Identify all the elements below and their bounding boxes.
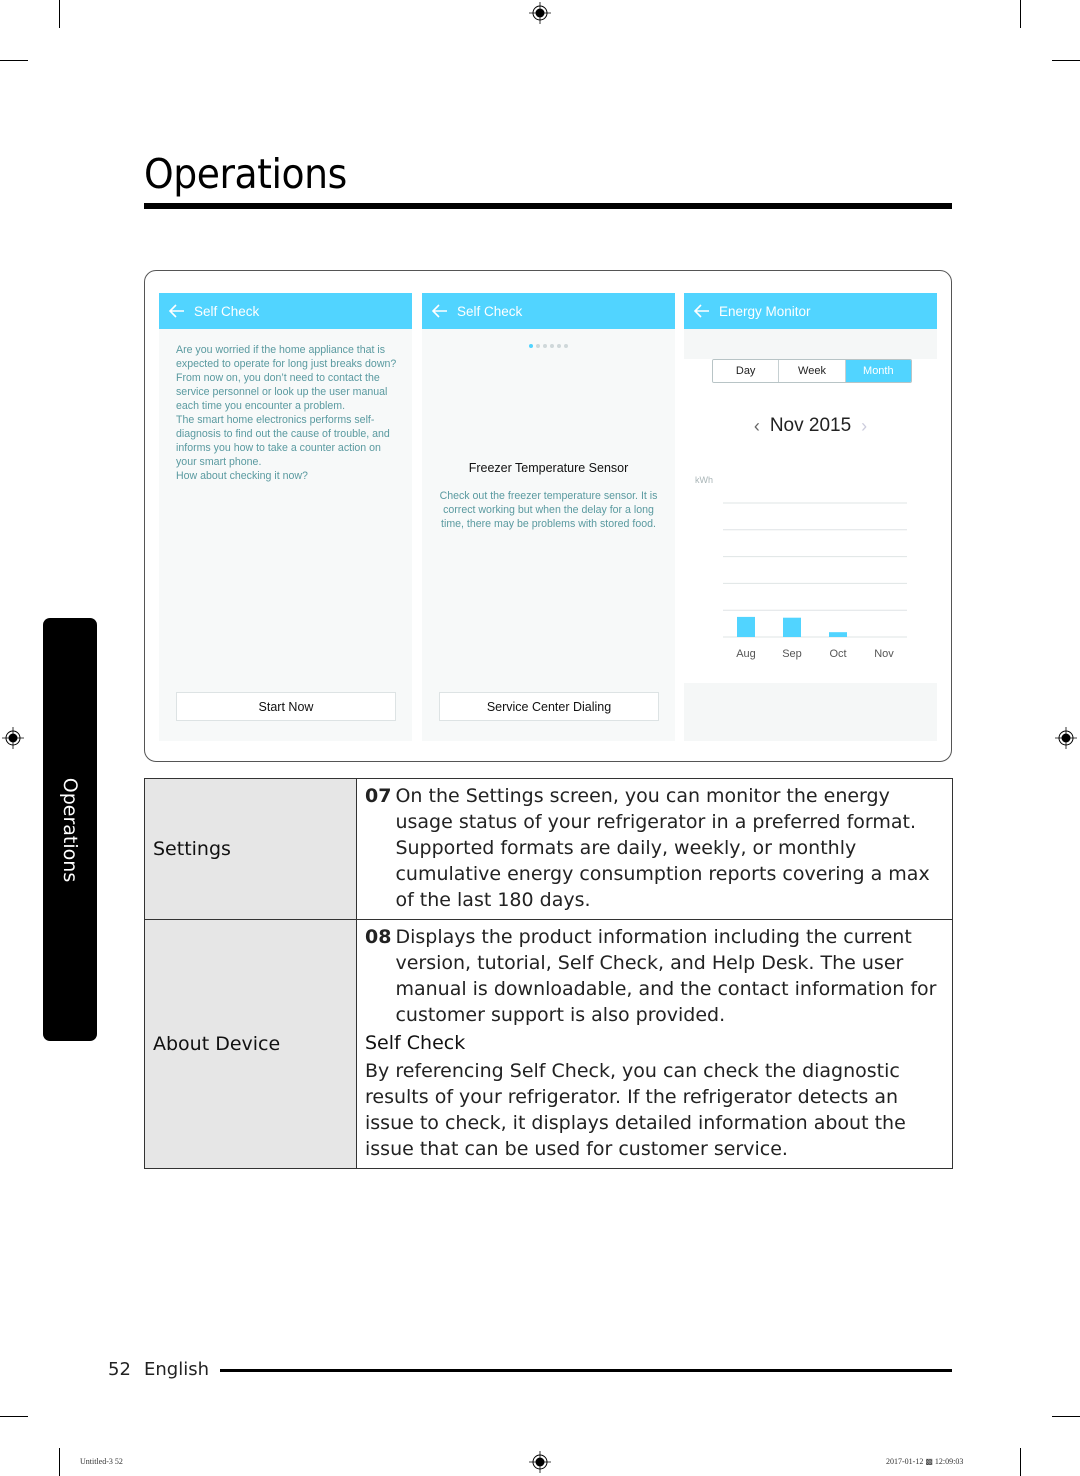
- page-dot: [564, 344, 568, 348]
- intro-paragraph: The smart home electronics performs self…: [176, 414, 390, 468]
- period-segmented-control: Day Week Month: [712, 359, 912, 383]
- crop-mark: [1052, 60, 1080, 61]
- intro-paragraph: From now on, you don’t need to contact t…: [176, 372, 388, 412]
- registration-mark-icon: [1055, 727, 1077, 749]
- app-bar: Self Check: [159, 293, 412, 329]
- row-content: 07 On the Settings screen, you can monit…: [356, 778, 953, 920]
- page-dot: [557, 344, 561, 348]
- page-title: Operations: [144, 150, 347, 198]
- row-label: Settings: [144, 778, 357, 920]
- row-content: 08 Displays the product information incl…: [356, 919, 953, 1169]
- app-bar: Self Check: [422, 293, 675, 329]
- energy-monitor-screen: Energy Monitor Day Week Month ‹ Nov 2015…: [684, 293, 937, 741]
- table-row: About Device 08 Displays the product inf…: [144, 919, 953, 1169]
- segment-day[interactable]: Day: [713, 360, 780, 382]
- self-check-intro-screen: Self Check Are you worried if the home a…: [159, 293, 412, 741]
- crop-mark: [1020, 1448, 1021, 1476]
- self-check-intro-text: Are you worried if the home appliance th…: [176, 343, 401, 483]
- item-text: On the Settings screen, you can monitor …: [395, 785, 930, 911]
- side-tab-label: Operations: [59, 777, 81, 883]
- arrow-left-icon[interactable]: [694, 304, 710, 318]
- section-side-tab: Operations: [43, 618, 97, 1041]
- arrow-left-icon[interactable]: [432, 304, 448, 318]
- row-label: About Device: [144, 919, 357, 1169]
- footer-rule: [220, 1369, 952, 1372]
- page-dot: [543, 344, 547, 348]
- period-navigator: ‹ Nov 2015 ›: [684, 415, 937, 437]
- start-now-button[interactable]: Start Now: [176, 692, 396, 721]
- page-number: 52: [108, 1359, 131, 1380]
- chevron-left-icon[interactable]: ‹: [754, 417, 760, 435]
- app-bar-title: Self Check: [457, 303, 523, 319]
- app-bar-title: Self Check: [194, 303, 260, 319]
- settings-info-table: Settings 07 On the Settings screen, you …: [144, 778, 953, 1169]
- segment-week[interactable]: Week: [779, 360, 846, 382]
- crop-mark: [59, 1448, 60, 1476]
- page-indicator: [422, 344, 675, 348]
- sensor-description: Check out the freezer temperature sensor…: [439, 490, 658, 530]
- numbered-item: 08 Displays the product information incl…: [365, 924, 944, 1028]
- y-axis-unit-label: kWh: [695, 475, 713, 485]
- item-number: 07: [365, 785, 392, 807]
- print-slug-date: 2017-01-12 ▩ 12:09:03: [886, 1457, 964, 1466]
- subheading: Self Check: [365, 1032, 466, 1054]
- title-rule: [144, 203, 952, 209]
- footer-spacer: [684, 683, 937, 741]
- x-tick-label: Nov: [874, 648, 894, 660]
- crop-mark: [0, 60, 28, 61]
- self-check-result-screen: Self Check Freezer Temperature Sensor Ch…: [422, 293, 675, 741]
- bar-oct: [829, 632, 847, 637]
- arrow-left-icon[interactable]: [169, 304, 185, 318]
- page-language: English: [144, 1359, 209, 1380]
- paragraph: By referencing Self Check, you can check…: [365, 1060, 906, 1160]
- registration-mark-icon: [529, 1451, 551, 1473]
- page-dot-active: [529, 344, 533, 348]
- app-bar-title: Energy Monitor: [719, 303, 811, 319]
- registration-mark-icon: [2, 727, 24, 749]
- sensor-title: Freezer Temperature Sensor: [468, 461, 629, 475]
- item-text: Displays the product information includi…: [395, 926, 937, 1026]
- print-slug-file: Untitled-3 52: [80, 1457, 123, 1466]
- segment-month[interactable]: Month: [845, 360, 911, 382]
- table-row: Settings 07 On the Settings screen, you …: [144, 778, 953, 920]
- x-tick-label: Oct: [829, 648, 846, 660]
- bar-sep: [783, 617, 801, 637]
- service-center-dialing-button[interactable]: Service Center Dialing: [439, 692, 659, 721]
- intro-paragraph: How about checking it now?: [176, 470, 308, 482]
- crop-mark: [1020, 0, 1021, 28]
- crop-mark: [1052, 1416, 1080, 1417]
- bar-aug: [737, 616, 755, 637]
- app-bar: Energy Monitor: [684, 293, 937, 329]
- x-tick-label: Aug: [736, 648, 756, 660]
- item-number: 08: [365, 926, 392, 948]
- app-screenshots-frame: Self Check Are you worried if the home a…: [144, 270, 952, 762]
- header-spacer: [684, 329, 937, 359]
- page-dot: [550, 344, 554, 348]
- period-label: Nov 2015: [769, 415, 852, 436]
- chevron-right-icon[interactable]: ›: [861, 417, 867, 435]
- x-tick-label: Sep: [782, 648, 802, 660]
- crop-mark: [0, 1416, 28, 1417]
- crop-mark: [59, 0, 60, 28]
- numbered-item: 07 On the Settings screen, you can monit…: [365, 783, 944, 913]
- page-dot: [536, 344, 540, 348]
- energy-bar-chart: kWh Aug Sep Oct Nov: [695, 475, 907, 660]
- intro-paragraph: Are you worried if the home appliance th…: [176, 344, 397, 370]
- registration-mark-icon: [529, 2, 551, 24]
